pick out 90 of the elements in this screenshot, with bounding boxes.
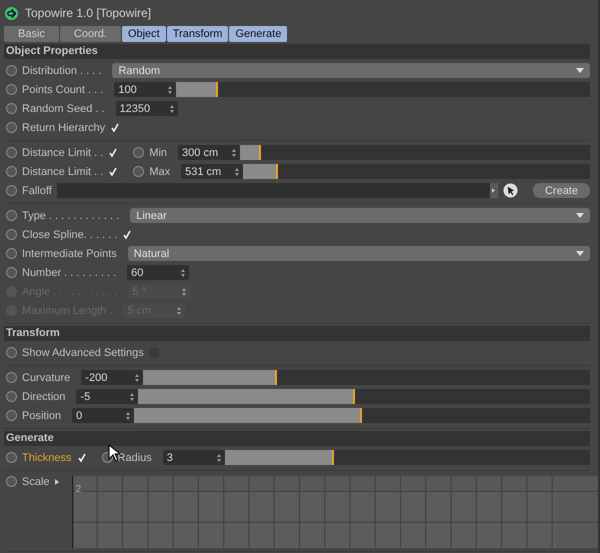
slider-fill[interactable]: [176, 82, 218, 97]
field-label: Distribution . . . .: [22, 64, 102, 76]
field-label: Distance Limit . .: [22, 146, 104, 158]
checkbox[interactable]: [122, 230, 132, 240]
field-label: Min: [149, 146, 168, 158]
field-label: Number . . . . . . . . .: [22, 266, 116, 278]
slider-fill[interactable]: [240, 145, 262, 160]
section-header: Object Properties: [4, 44, 590, 59]
field-label: Points Count . . .: [22, 84, 104, 96]
keyframe-dot-icon[interactable]: [6, 84, 17, 95]
keyframe-dot-icon[interactable]: [6, 410, 17, 421]
create-button[interactable]: Create: [532, 183, 590, 198]
spinner-arrows-icon[interactable]: [135, 374, 140, 382]
section-header: Transform: [4, 326, 590, 341]
keyframe-dot-icon[interactable]: [6, 65, 17, 76]
number-field[interactable]: 100: [114, 82, 176, 97]
spinner-arrows-icon[interactable]: [216, 454, 221, 462]
field-label: Type . . . . . . . . . . . .: [22, 210, 120, 222]
spinner-arrows-icon[interactable]: [168, 86, 172, 94]
spinner-arrows-icon[interactable]: [232, 148, 236, 156]
keyframe-dot-icon[interactable]: [6, 103, 17, 114]
keyframe-dot-icon[interactable]: [6, 147, 17, 158]
field-label: Curvature: [22, 372, 70, 384]
number-field[interactable]: 300 cm: [178, 145, 240, 160]
number-field[interactable]: -200: [81, 370, 144, 385]
spinner-arrows-icon[interactable]: [130, 392, 134, 400]
spinner-arrows-icon[interactable]: [170, 104, 174, 112]
keyframe-dot-icon[interactable]: [133, 166, 144, 177]
keyframe-dot-icon[interactable]: [133, 147, 144, 158]
keyframe-dot-icon[interactable]: [6, 185, 17, 196]
keyframe-dot-icon[interactable]: [6, 210, 17, 221]
slider-fill[interactable]: [134, 408, 362, 423]
field-label: Radius: [118, 452, 152, 464]
field-label: Distance Limit . .: [22, 166, 104, 178]
keyframe-dot-icon[interactable]: [6, 229, 17, 240]
mouse-cursor-icon: [108, 444, 120, 462]
link-field[interactable]: [56, 183, 490, 198]
number-field[interactable]: 0: [72, 408, 134, 423]
axis-label: 2: [76, 484, 82, 495]
section-header: Generate: [4, 431, 590, 446]
field-label: Falloff: [22, 184, 52, 196]
field-label: Max: [149, 166, 170, 178]
keyframe-dot-icon[interactable]: [6, 372, 17, 383]
slider-fill[interactable]: [224, 450, 334, 465]
keyframe-dot-icon[interactable]: [6, 391, 17, 402]
keyframe-dot-icon[interactable]: [6, 476, 17, 487]
slider-fill[interactable]: [243, 164, 278, 179]
field-label: Close Spline. . . . . .: [22, 228, 118, 240]
expand-arrow-icon[interactable]: [54, 479, 59, 485]
tab[interactable]: Generate: [229, 26, 288, 42]
dropdown[interactable]: Linear: [130, 208, 590, 223]
keyframe-dot-icon[interactable]: [6, 122, 17, 133]
slider-fill[interactable]: [138, 389, 356, 404]
window-title: Topowire 1.0 [Topowire]: [25, 6, 152, 20]
spinner-arrows-icon[interactable]: [181, 268, 186, 276]
checkbox[interactable]: [108, 148, 118, 158]
tab[interactable]: Coord.: [60, 26, 121, 42]
number-field[interactable]: 60: [127, 265, 190, 280]
field-label: Position: [22, 410, 62, 422]
dropdown-caret-icon: [576, 251, 584, 256]
tab[interactable]: Basic: [4, 26, 59, 42]
field-label: Direction: [22, 390, 66, 402]
spinner-arrows-icon[interactable]: [126, 412, 130, 420]
field-label: Scale: [22, 476, 50, 488]
tab[interactable]: Transform: [166, 26, 228, 42]
field-label: Random Seed . .: [22, 102, 105, 114]
checkbox[interactable]: [108, 166, 118, 176]
number-field[interactable]: 12350: [116, 101, 178, 116]
dropdown-caret-icon: [576, 68, 584, 73]
keyframe-dot-icon[interactable]: [6, 248, 17, 259]
number-field[interactable]: 531 cm: [181, 164, 244, 179]
field-label: Intermediate Points: [22, 248, 117, 260]
field-label: Return Hierarchy: [22, 122, 106, 134]
pointer-picker-icon[interactable]: [502, 183, 518, 198]
keyframe-dot-icon[interactable]: [6, 166, 17, 177]
dropdown[interactable]: Natural: [128, 246, 590, 261]
dropdown-caret-icon: [576, 213, 584, 218]
slider-fill[interactable]: [143, 370, 278, 385]
dropdown[interactable]: Random: [112, 63, 590, 78]
field-label: Thickness: [22, 452, 72, 464]
tab[interactable]: Object: [122, 26, 166, 42]
number-field[interactable]: 3: [162, 450, 225, 465]
keyframe-dot-icon[interactable]: [6, 347, 17, 358]
keyframe-dot-icon[interactable]: [6, 267, 17, 278]
keyframe-dot-icon[interactable]: [6, 452, 17, 463]
checkbox[interactable]: [110, 122, 120, 132]
checkbox[interactable]: [76, 452, 87, 462]
spinner-arrows-icon[interactable]: [235, 168, 240, 176]
number-field[interactable]: -5: [76, 389, 138, 404]
field-label: Show Advanced Settings: [22, 346, 144, 358]
